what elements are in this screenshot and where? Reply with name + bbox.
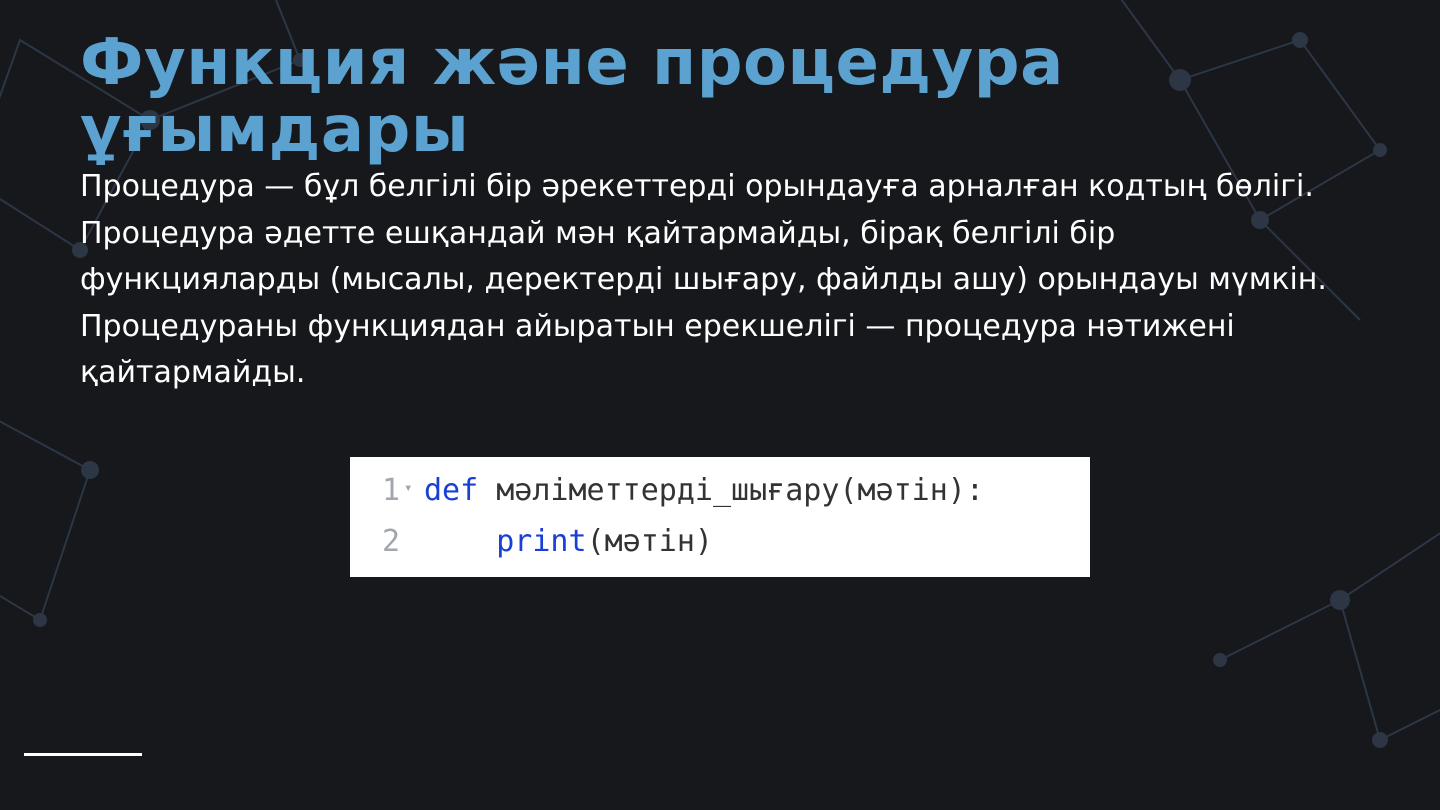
line-number: 1 — [364, 465, 400, 516]
code-line-1: 1▾def мәліметтерді_шығару(мәтін): — [364, 465, 1076, 516]
code-line-2: 2 print(мәтін) — [364, 516, 1076, 567]
footer-divider — [24, 753, 142, 756]
code-function-print: print — [496, 516, 586, 567]
line-number: 2 — [364, 516, 400, 567]
code-text: (мәтін) — [587, 516, 713, 567]
slide-title: Функция және процедура ұғымдары — [80, 30, 1360, 164]
slide-paragraph: Процедура — бұл белгілі бір әрекеттерді … — [80, 164, 1360, 397]
slide-content: Функция және процедура ұғымдары Процедур… — [0, 0, 1440, 577]
code-text: мәліметтерді_шығару(мәтін): — [496, 465, 984, 516]
fold-triangle-icon: ▾ — [400, 477, 424, 501]
code-example: 1▾def мәліметтерді_шығару(мәтін): 2 prin… — [350, 457, 1090, 577]
code-keyword-def: def — [424, 465, 478, 516]
